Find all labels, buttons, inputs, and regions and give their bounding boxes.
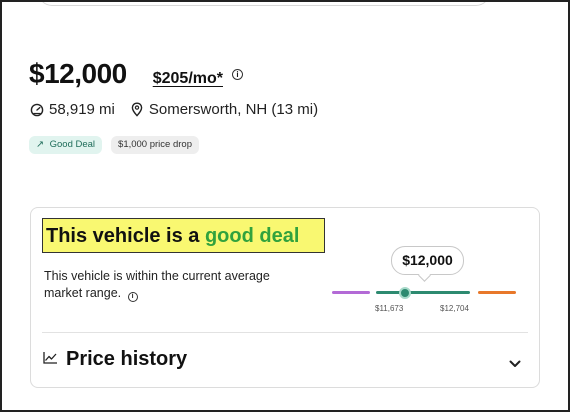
deal-description: This vehicle is within the current avera…: [44, 269, 270, 302]
line-chart-icon: [43, 351, 58, 369]
odometer-icon: [30, 103, 44, 117]
location-pin-icon: [131, 102, 143, 117]
above-market-segment: [478, 291, 516, 294]
price-bubble: $12,000: [391, 246, 464, 275]
deal-rating-card: This vehicle is a good deal This vehicle…: [30, 207, 540, 388]
range-low-label: $11,673: [375, 304, 404, 313]
deal-rating-highlight: good deal: [204, 225, 300, 247]
deal-title: This vehicle is a good deal: [42, 218, 325, 253]
range-high-label: $12,704: [440, 304, 469, 313]
below-market-segment: [332, 291, 370, 294]
mileage: 58,919 mi: [49, 101, 115, 118]
info-icon[interactable]: i: [127, 292, 138, 302]
previous-card-edge: [38, 0, 490, 6]
trend-up-arrow-icon: ↗: [36, 139, 44, 150]
price-row: $12,000 $205/mo* i: [29, 58, 243, 90]
divider: [42, 332, 528, 333]
market-range-segment: [376, 291, 470, 294]
chevron-down-icon[interactable]: [509, 355, 521, 373]
listing-meta: 58,919 mi Somersworth, NH (13 mi): [30, 101, 318, 118]
price-marker: [399, 287, 411, 299]
price-history-toggle[interactable]: Price history: [43, 348, 187, 371]
listing-price: $12,000: [29, 58, 127, 89]
location: Somersworth, NH (13 mi): [148, 101, 319, 118]
price-drop-badge: $1,000 price drop: [111, 136, 199, 154]
monthly-payment-link[interactable]: $205/mo*: [153, 70, 223, 88]
price-history-label: Price history: [66, 348, 188, 370]
badge-row: ↗ Good Deal $1,000 price drop: [29, 136, 199, 154]
good-deal-badge: ↗ Good Deal: [29, 136, 103, 154]
info-icon[interactable]: i: [231, 69, 243, 80]
